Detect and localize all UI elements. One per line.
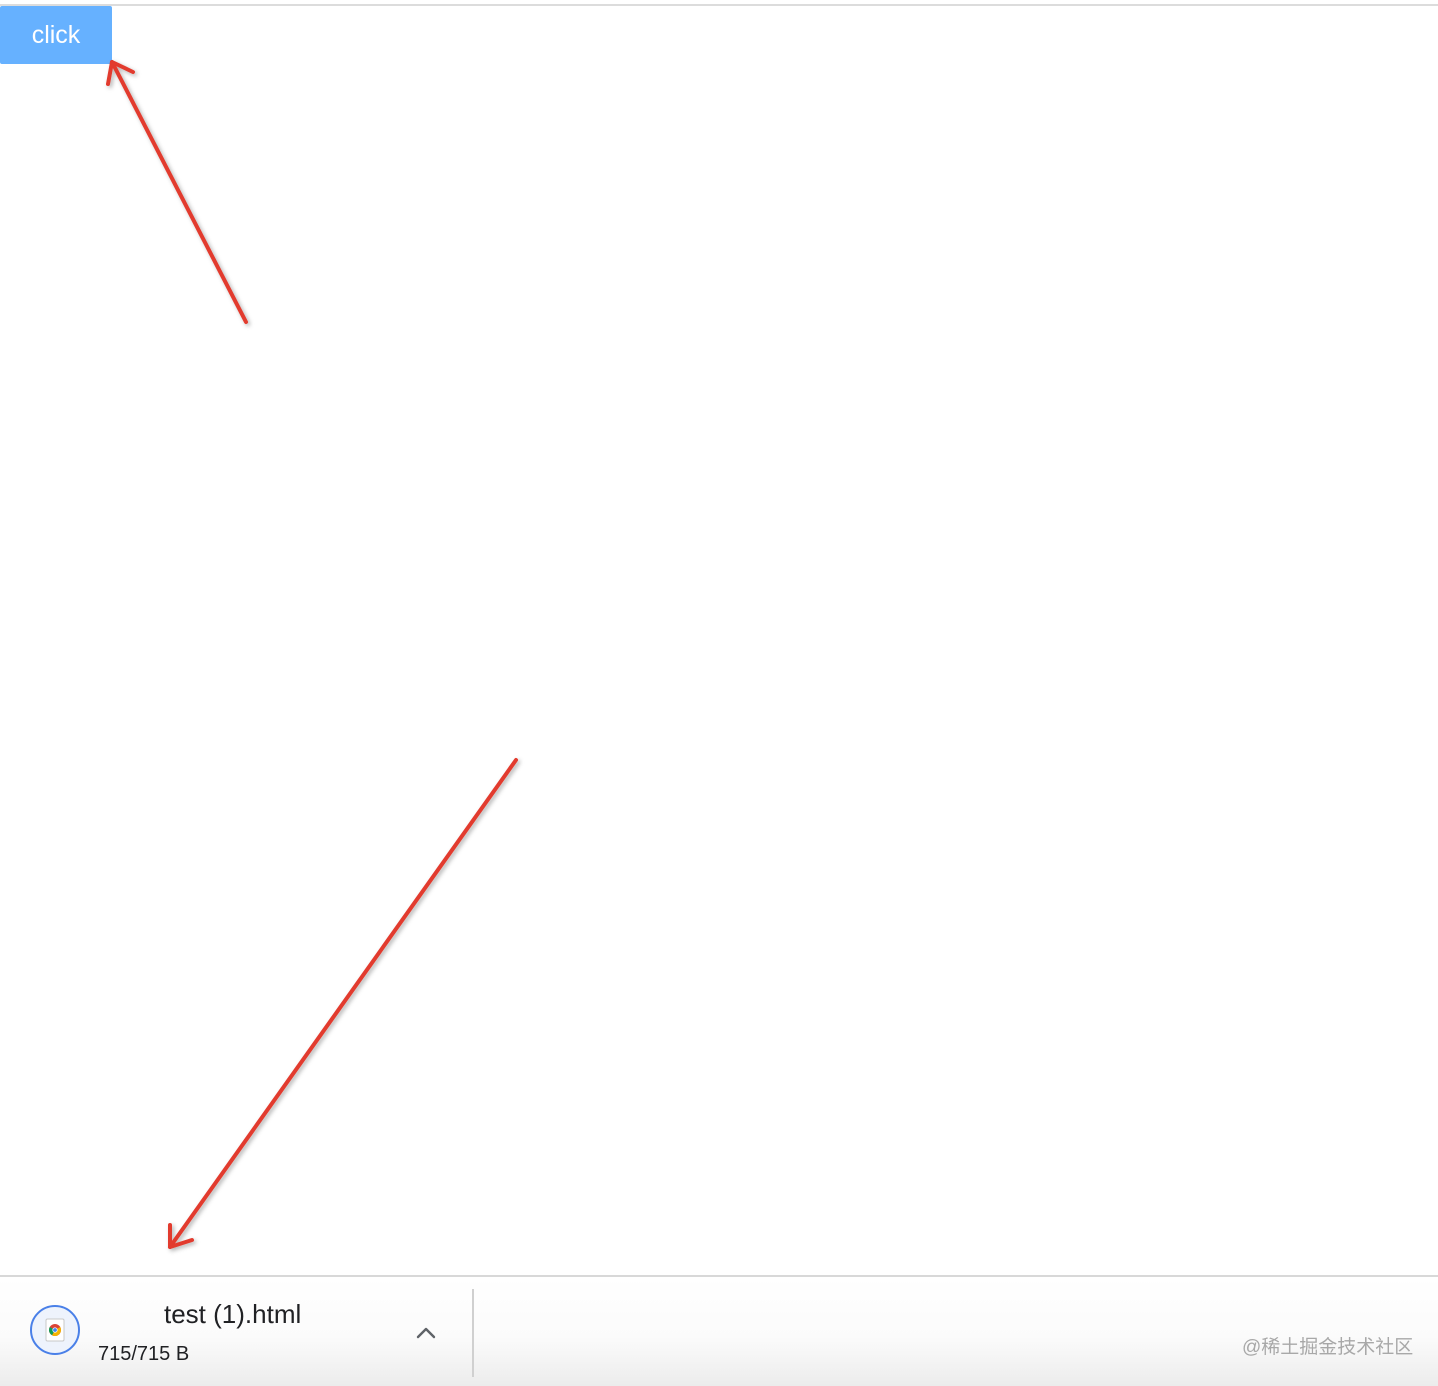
chrome-html-file-icon — [30, 1305, 80, 1355]
download-status: 715/715 B — [98, 1343, 190, 1365]
arrow-to-click-button — [106, 60, 248, 324]
chevron-up-icon — [416, 1327, 436, 1339]
annotation-layer — [106, 60, 518, 1249]
download-file-name: test (1).html — [164, 1299, 302, 1329]
arrow-to-download-item — [168, 758, 518, 1249]
download-shelf: test (1).html 715/715 B @稀土掘金技术社区 — [0, 1275, 1438, 1386]
click-button[interactable]: click — [0, 6, 112, 64]
download-menu-button[interactable] — [406, 1313, 446, 1353]
shelf-divider — [472, 1289, 474, 1377]
top-border — [0, 4, 1438, 6]
watermark-text: @稀土掘金技术社区 — [1242, 1337, 1414, 1358]
download-item[interactable]: test (1).html 715/715 B — [0, 1277, 472, 1386]
